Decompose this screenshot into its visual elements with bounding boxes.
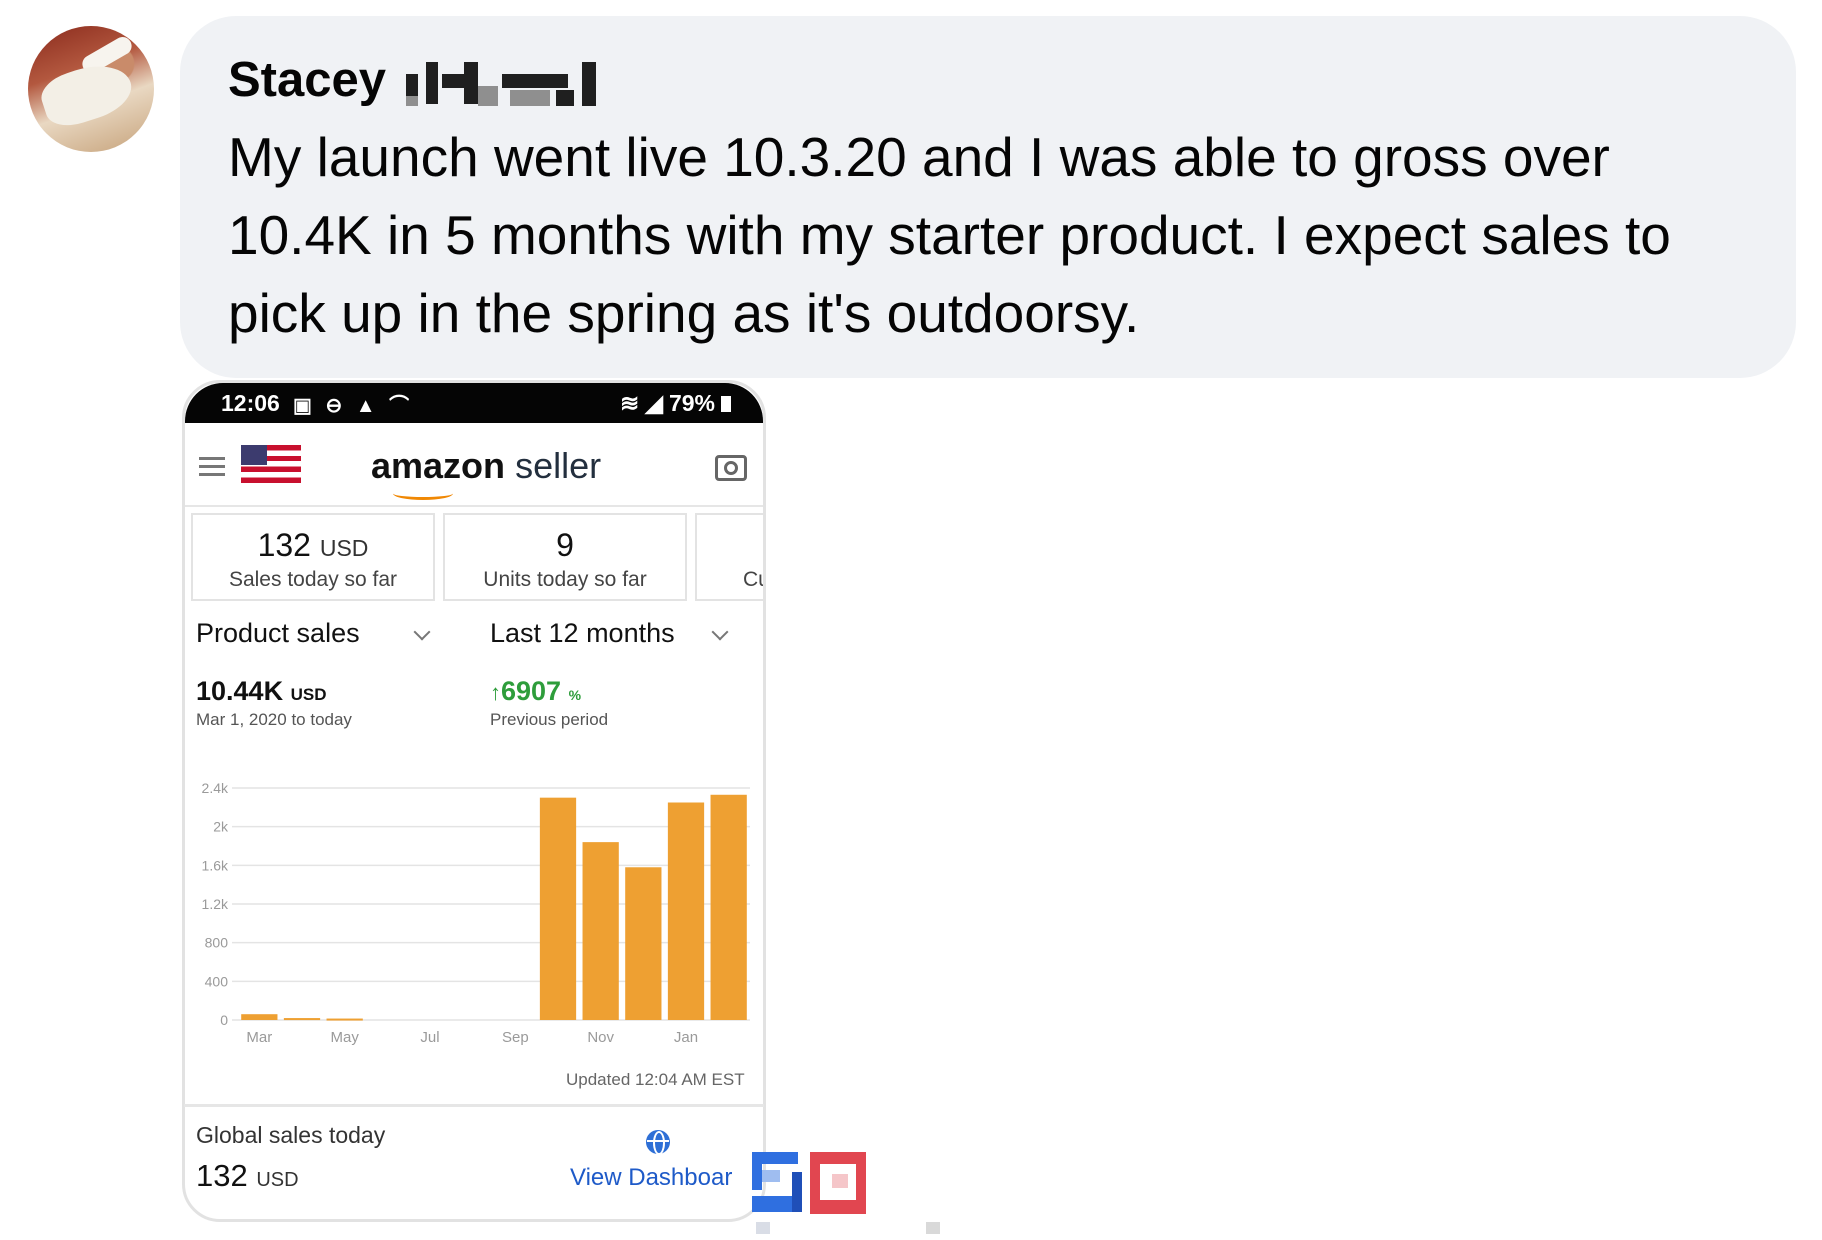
y-tick-label: 1.6k <box>202 857 229 873</box>
bar-may[interactable] <box>326 1018 363 1021</box>
hamburger-menu-icon[interactable] <box>199 457 225 481</box>
updated-time: Updated 12:04 AM EST <box>566 1070 745 1089</box>
comment-text: My launch went live 10.3.20 and I was ab… <box>228 126 1671 344</box>
notification-icons: ▣ ⊖ ▲ ⌒ <box>293 395 414 417</box>
us-flag-icon[interactable] <box>241 445 301 483</box>
x-tick-label: Jan <box>674 1029 698 1046</box>
growth-percent: ↑6907 % <box>490 676 582 706</box>
status-bar: 12:06 ▣ ⊖ ▲ ⌒ ≋ ◢ 79% <box>185 383 763 423</box>
bar-oct[interactable] <box>539 797 577 1020</box>
y-tick-label: 2k <box>213 819 229 835</box>
card-label: Cu <box>743 568 763 591</box>
x-tick-label: Jul <box>420 1029 439 1046</box>
period-selector[interactable]: Last 12 months <box>490 618 675 649</box>
y-tick-label: 400 <box>205 973 229 989</box>
comment-author[interactable]: Stacey <box>228 52 602 108</box>
card-label: Sales today so far <box>228 568 398 591</box>
camera-icon[interactable] <box>715 455 747 481</box>
growth-label: Previous period <box>490 710 609 729</box>
app-header: amazon seller <box>185 423 763 507</box>
y-tick-label: 800 <box>205 935 229 951</box>
divider <box>184 1104 764 1107</box>
pixel-artifact <box>756 1222 770 1234</box>
battery-level: 79% <box>668 390 715 416</box>
pixelated-overlay <box>752 1152 866 1216</box>
redacted-surname <box>406 56 602 112</box>
up-arrow-icon: ↑ <box>490 680 501 705</box>
avatar[interactable] <box>28 26 154 152</box>
bar-jan[interactable] <box>667 802 705 1021</box>
x-tick-label: Nov <box>587 1029 614 1046</box>
amazon-seller-logo: amazon seller <box>371 445 602 500</box>
card-value: 1 <box>697 527 763 564</box>
bar-apr[interactable] <box>283 1018 321 1021</box>
card-value: 132 USD <box>257 527 369 563</box>
sales-bar-chart: 0 400 800 1.2k 1.6k 2k 2.4k Mar May Jul Sep Nov Jan <box>202 780 750 1046</box>
amazon-smile-icon <box>393 487 453 500</box>
date-range: Mar 1, 2020 to today <box>196 710 352 729</box>
battery-icon <box>721 395 731 412</box>
y-tick-label: 1.2k <box>202 896 229 912</box>
status-time: 12:06 <box>221 390 280 416</box>
pixel-artifact <box>926 1222 940 1234</box>
card-label: Units today so far <box>483 568 647 591</box>
bar-dec[interactable] <box>625 867 662 1020</box>
y-tick-label: 2.4k <box>202 780 229 796</box>
wifi-icon: ≋ <box>619 390 640 416</box>
bar-feb[interactable] <box>710 794 747 1020</box>
x-tick-label: Sep <box>502 1029 529 1046</box>
logo-product: seller <box>515 445 602 486</box>
global-sales-label: Global sales today <box>196 1122 386 1148</box>
bar-nov[interactable] <box>582 842 619 1020</box>
globe-icon[interactable] <box>646 1130 670 1155</box>
today-cards: 132 USD Sales today so far 9 Units today… <box>191 513 763 605</box>
card-third-partial[interactable]: 1 Cu <box>695 513 763 601</box>
bar-mar[interactable] <box>241 1014 278 1020</box>
x-tick-label: Mar <box>246 1029 272 1046</box>
status-icons: ≋ ◢ 79% <box>620 390 731 417</box>
x-tick-label: May <box>330 1029 359 1046</box>
card-value: 9 <box>556 527 574 563</box>
signal-icon: ◢ <box>645 390 663 416</box>
total-sales: 10.44K USD <box>196 676 327 706</box>
global-sales-value: 132 USD <box>196 1158 299 1193</box>
card-sales-today[interactable]: 132 USD Sales today so far <box>191 513 435 601</box>
view-dashboard-link[interactable]: View Dashboar <box>570 1164 732 1192</box>
metric-selector[interactable]: Product sales <box>196 618 360 649</box>
card-units-today[interactable]: 9 Units today so far <box>443 513 687 601</box>
facebook-comment-page: Stacey My launch went live 10.3.20 and I… <box>0 0 1822 1240</box>
author-name[interactable]: Stacey <box>228 52 386 108</box>
y-tick-label: 0 <box>220 1012 228 1028</box>
logo-brand: amazon <box>371 445 506 486</box>
